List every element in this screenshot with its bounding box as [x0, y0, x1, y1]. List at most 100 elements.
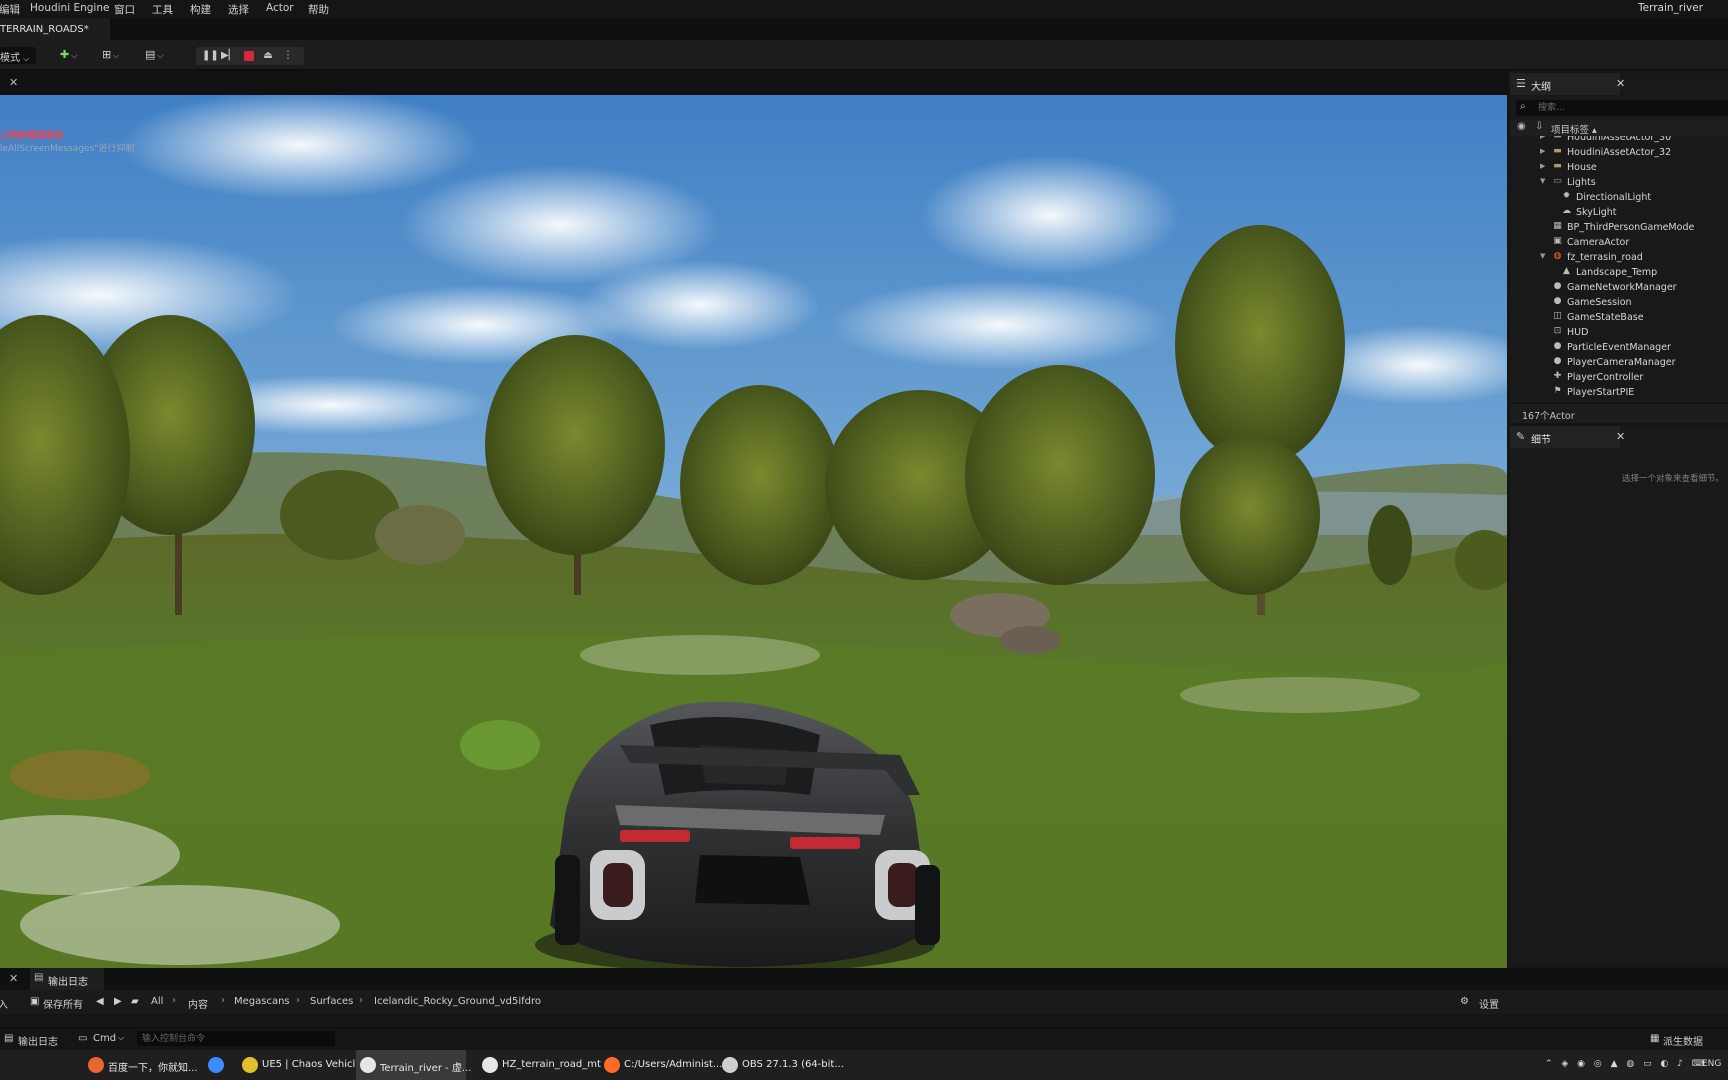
cinematics-button[interactable]: ▤ ⌵: [145, 48, 163, 63]
taskbar-app[interactable]: OBS 27.1.3 (64-bit...: [718, 1050, 844, 1080]
breadcrumb-megascans[interactable]: Megascans: [234, 996, 290, 1007]
scene-render: [0, 95, 1507, 968]
taskbar-app[interactable]: [204, 1050, 230, 1080]
outliner-item-label: HoudiniAssetActor_30: [1567, 136, 1672, 143]
info-icon: ◫: [1553, 311, 1562, 321]
console-command-input[interactable]: [137, 1032, 327, 1046]
breadcrumb-content[interactable]: 内容: [188, 996, 208, 1011]
outliner-item[interactable]: ▶ ▬ House: [1510, 161, 1728, 176]
close-icon[interactable]: ✕: [1616, 430, 1625, 443]
outliner-item[interactable]: ● GameNetworkManager: [1510, 281, 1728, 296]
add-actor-button[interactable]: ✚ ⌵: [60, 48, 77, 63]
outliner-title: 大纲: [1531, 82, 1551, 93]
menu-window[interactable]: 窗口: [114, 2, 135, 17]
collapse-arrow-icon[interactable]: ▶: [1540, 147, 1545, 155]
save-icon: ▣: [30, 996, 40, 1007]
chevron-down-icon: ⌵: [118, 1033, 125, 1042]
taskbar-app-label: OBS 27.1.3 (64-bit...: [742, 1059, 844, 1070]
import-button[interactable]: 导入: [0, 996, 8, 1011]
game-viewport[interactable]: 上的纹理流送池 leAllScreenMessages"进行抑制: [0, 95, 1507, 968]
menu-build[interactable]: 构建: [190, 2, 211, 17]
chevron-down-icon: ⌵: [157, 51, 164, 60]
close-icon[interactable]: ✕: [1616, 77, 1625, 90]
save-all-button[interactable]: 保存所有: [43, 996, 83, 1011]
details-tab[interactable]: ✎ 细节 ✕: [1510, 426, 1625, 448]
more-icon[interactable]: ⋮: [281, 49, 295, 63]
taskbar-app[interactable]: HZ_terrain_road_mt: [478, 1050, 601, 1080]
close-icon[interactable]: ✕: [9, 76, 18, 89]
outliner-item[interactable]: ◫ GameStateBase: [1510, 311, 1728, 326]
outliner-item[interactable]: ▶ ▬ HoudiniAssetActor_30: [1510, 136, 1728, 146]
outliner-item[interactable]: ▶ ▬ HoudiniAssetActor_32: [1510, 146, 1728, 161]
menu-help[interactable]: 帮助: [308, 2, 329, 17]
outliner-item[interactable]: ● GameSession: [1510, 296, 1728, 311]
pause-icon[interactable]: ❚❚: [202, 49, 219, 63]
collapse-arrow-icon[interactable]: ▶: [1540, 136, 1545, 140]
actor-count: 167个Actor: [1522, 411, 1575, 422]
stop-icon[interactable]: [244, 51, 254, 61]
app-icon: [482, 1057, 498, 1073]
details-title: 细节: [1531, 435, 1551, 446]
level-tab-row: TERRAIN_ROADS*: [0, 18, 1728, 40]
cmd-dropdown[interactable]: Cmd: [93, 1033, 116, 1044]
forward-icon[interactable]: ▶: [114, 996, 122, 1007]
outliner-item[interactable]: ▲ Landscape_Temp: [1510, 266, 1728, 281]
outliner-item-label: GameNetworkManager: [1567, 282, 1677, 293]
bottom-tab-strip: ✕ ▤ 输出日志: [0, 968, 1728, 990]
menu-actor[interactable]: Actor: [266, 2, 294, 14]
menu-houdini-engine[interactable]: Houdini Engine: [30, 2, 109, 14]
play-controls: ❚❚ ▶▏ ⏏ ⋮: [196, 47, 304, 65]
outliner-item[interactable]: ⚑ PlayerStartPIE: [1510, 386, 1728, 398]
outliner-item[interactable]: ✹ DirectionalLight: [1510, 191, 1728, 206]
outliner-item[interactable]: ● PlayerCameraManager: [1510, 356, 1728, 371]
breadcrumb-all[interactable]: All: [151, 996, 163, 1007]
outliner-item[interactable]: ▦ BP_ThirdPersonGameMode: [1510, 221, 1728, 236]
breadcrumb-surfaces[interactable]: Surfaces: [310, 996, 353, 1007]
pencil-icon: ✎: [1516, 430, 1526, 443]
pin-icon[interactable]: ⇩: [1535, 121, 1543, 132]
skylight-icon: ☁: [1562, 206, 1571, 216]
outliner-item[interactable]: ✚ PlayerController: [1510, 371, 1728, 386]
column-item-label[interactable]: 项目标签 ▴: [1551, 122, 1597, 136]
outliner-tab[interactable]: ☰ 大纲 ✕: [1510, 73, 1625, 95]
outliner-item[interactable]: ⊡ HUD: [1510, 326, 1728, 341]
viewport-tab-strip: ✕: [0, 70, 1508, 95]
expand-arrow-icon[interactable]: ▼: [1540, 177, 1545, 185]
step-icon[interactable]: ▶▏: [221, 49, 236, 63]
taskbar-app[interactable]: Terrain_river - 虚...: [356, 1050, 471, 1080]
content-browser-toolbar: 导入 ▣ 保存所有 ◀ ▶ ▰ All › 内容 › Megascans › S…: [0, 990, 1728, 1014]
outliner-item-label: PlayerCameraManager: [1567, 357, 1676, 368]
settings-button[interactable]: 设置: [1479, 996, 1499, 1011]
taskbar-app[interactable]: UE5 | Chaos Vehicl...: [238, 1050, 365, 1080]
output-log-button[interactable]: 输出日志: [18, 1033, 58, 1048]
outliner-item[interactable]: ● ParticleEventManager: [1510, 341, 1728, 356]
taskbar-app[interactable]: 百度一下，你就知...: [84, 1050, 198, 1080]
gear-icon: ⚙: [1460, 996, 1469, 1007]
mode-dropdown[interactable]: 模式 ⌵: [0, 47, 36, 64]
outliner-item[interactable]: ▼ ◍ fz_terrasin_road: [1510, 251, 1728, 266]
output-log-tab[interactable]: ▤ 输出日志: [30, 968, 104, 990]
outliner-panel: ☰ 大纲 ✕ ⌕ ◉ ⇩ 项目标签 ▴ ▶ ▬ HoudiniAssetActor_…: [1510, 73, 1728, 423]
outliner-item[interactable]: ☁ SkyLight: [1510, 206, 1728, 221]
outliner-search-input[interactable]: [1538, 101, 1718, 115]
outliner-item[interactable]: ▣ CameraActor: [1510, 236, 1728, 251]
expand-arrow-icon[interactable]: ▼: [1540, 252, 1545, 260]
close-icon[interactable]: ✕: [9, 972, 18, 985]
collapse-arrow-icon[interactable]: ▶: [1540, 162, 1545, 170]
app-icon: [88, 1057, 104, 1073]
eye-icon[interactable]: ◉: [1517, 121, 1526, 132]
level-tab[interactable]: TERRAIN_ROADS*: [0, 18, 110, 40]
system-tray-icons[interactable]: ⌃ ◈ ◉ ◎ ▲ ◍ ▭ ◐ ♪ ⌨: [1545, 1059, 1708, 1069]
menu-select[interactable]: 选择: [228, 2, 249, 17]
outliner-item[interactable]: ▼ ▭ Lights: [1510, 176, 1728, 191]
blueprint-button[interactable]: ⊞ ⌵: [102, 48, 119, 63]
language-indicator[interactable]: ENG: [1702, 1059, 1721, 1069]
back-icon[interactable]: ◀: [96, 996, 104, 1007]
breadcrumb-current[interactable]: Icelandic_Rocky_Ground_vd5ifdro: [374, 996, 541, 1007]
menu-bar: 编辑 Houdini Engine 窗口 工具 构建 选择 Actor 帮助 T…: [0, 0, 1728, 18]
taskbar-app[interactable]: C:/Users/Administ...: [600, 1050, 722, 1080]
menu-edit[interactable]: 编辑: [0, 2, 20, 17]
eject-icon[interactable]: ⏏: [261, 49, 275, 63]
menu-tools[interactable]: 工具: [152, 2, 173, 17]
derived-data-button[interactable]: 派生数据: [1663, 1033, 1703, 1048]
